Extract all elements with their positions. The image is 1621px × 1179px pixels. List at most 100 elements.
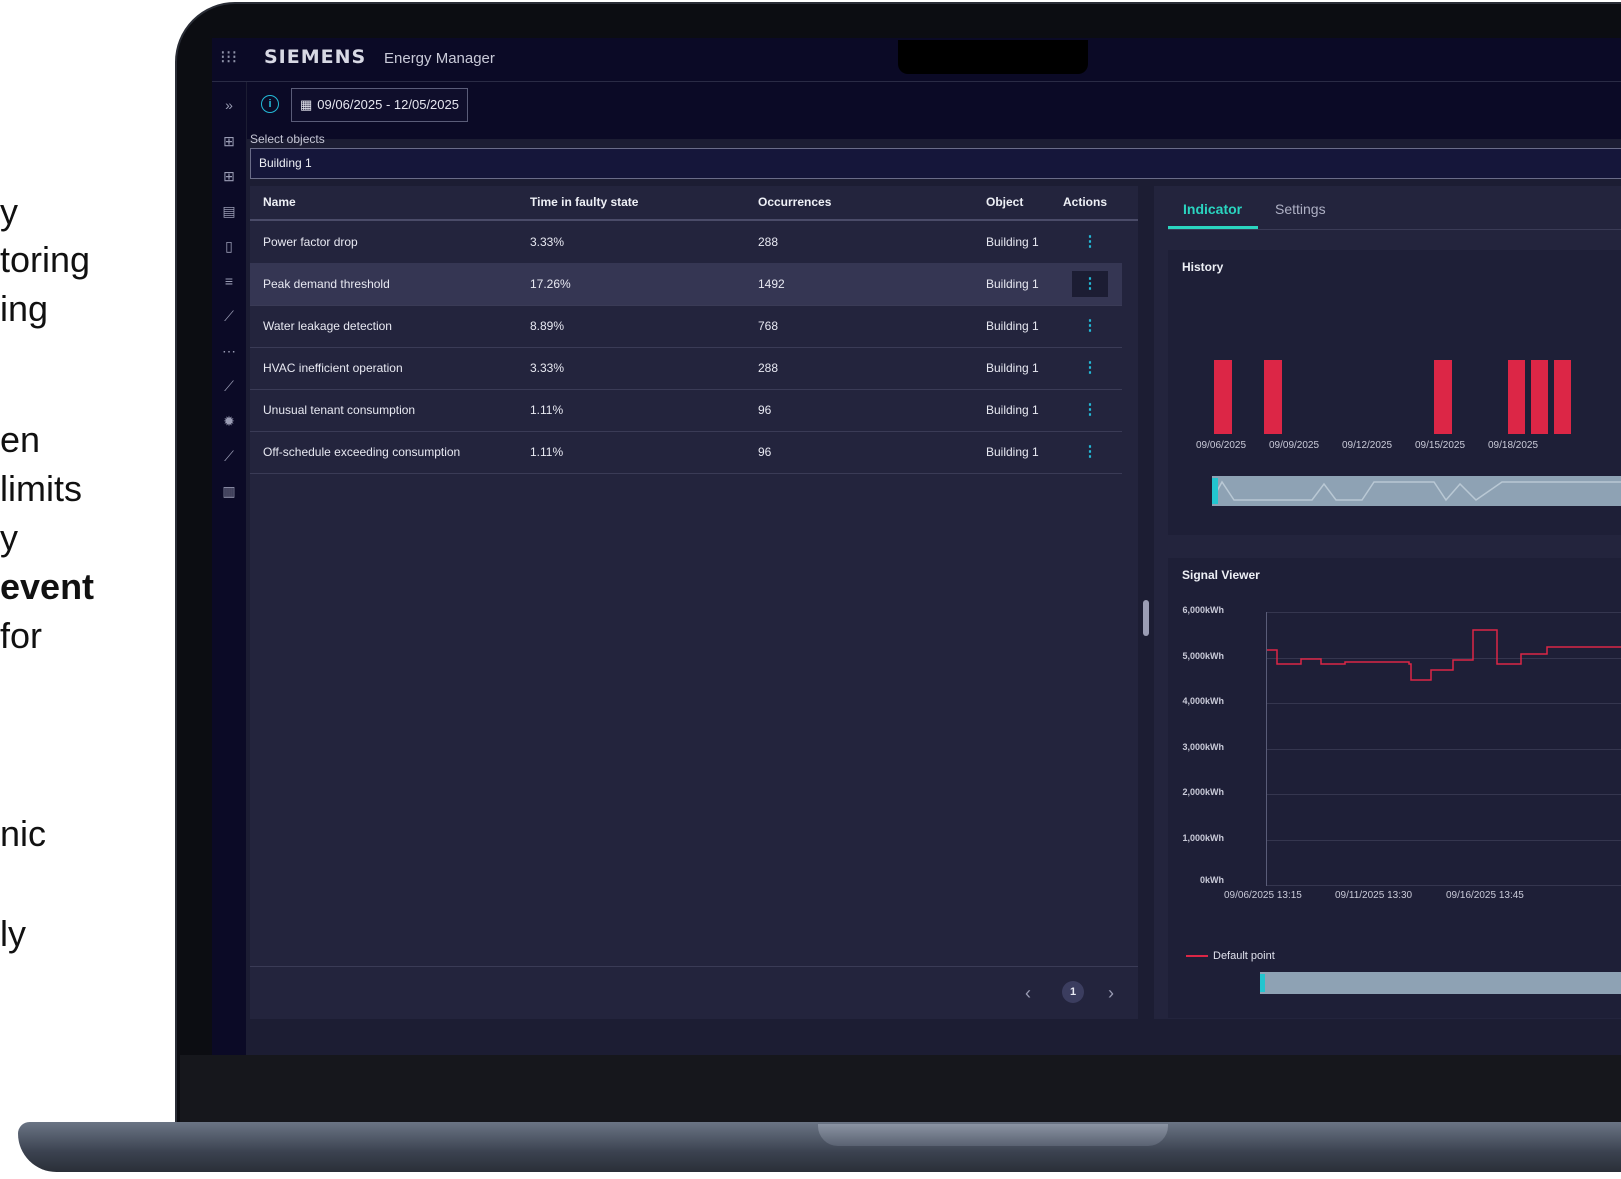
table-row-selected[interactable]: Peak demand threshold 17.26% 1492 Buildi…: [250, 263, 1122, 306]
cell-occurrences: 96: [758, 403, 772, 417]
history-bar: [1508, 360, 1525, 434]
cell-name: Water leakage detection: [263, 319, 392, 333]
cell-object: Building 1: [986, 361, 1039, 375]
app-screen: ⁝⁝⁝ SIEMENS Energy Manager » ⊞ ⊞ ▤ ▯ ≡ ⟋…: [212, 38, 1621, 1055]
text-fragment-bold: event: [0, 566, 95, 607]
toolbar: i ▦ 09/06/2025 - 12/05/2025: [247, 82, 1621, 139]
active-tab-indicator: [1168, 226, 1258, 229]
history-x-label: 09/06/2025: [1196, 440, 1247, 451]
text-fragment: toring: [0, 239, 91, 280]
text-fragment: limits: [0, 468, 82, 509]
trend-icon[interactable]: ⟋: [220, 447, 238, 465]
y-axis-label: 0kWh: [1199, 875, 1224, 885]
more-actions-icon[interactable]: ⋮: [1072, 313, 1108, 339]
x-axis-label: 09/11/2025 13:30: [1335, 890, 1413, 901]
next-page-icon[interactable]: ›: [1108, 983, 1114, 1004]
brand-logo: SIEMENS: [264, 46, 367, 68]
legend-label: Default point: [1213, 950, 1275, 962]
history-x-label: 09/15/2025: [1415, 440, 1466, 451]
column-header-actions: Actions: [1063, 195, 1108, 209]
line-chart-icon[interactable]: ⟋: [220, 377, 238, 395]
history-bar: [1214, 360, 1232, 434]
signal-viewer-title: Signal Viewer: [1182, 568, 1260, 582]
settings-icon[interactable]: ✹: [220, 412, 238, 430]
range-handle[interactable]: [1260, 974, 1265, 992]
expand-icon[interactable]: »: [220, 96, 238, 114]
tab-settings[interactable]: Settings: [1275, 201, 1326, 217]
more-actions-icon[interactable]: ⋮: [1072, 229, 1108, 255]
x-axis-label: 09/06/2025 13:15: [1224, 890, 1302, 901]
history-bar: [1554, 360, 1571, 434]
more-actions-icon[interactable]: ⋮: [1072, 439, 1108, 465]
cell-time: 17.26%: [530, 277, 571, 291]
more-actions-icon[interactable]: ⋮: [1072, 355, 1108, 381]
document-icon[interactable]: ▯: [220, 237, 238, 255]
text-fragment: ing: [0, 288, 49, 329]
y-axis-label: 6,000kWh: [1182, 605, 1224, 615]
table-row[interactable]: Water leakage detection 8.89% 768 Buildi…: [250, 305, 1122, 348]
pagination: ‹ 1 ›: [250, 966, 1138, 1020]
history-bar: [1434, 360, 1452, 434]
bar-chart-icon[interactable]: ▥: [220, 482, 238, 500]
cell-time: 8.89%: [530, 319, 565, 333]
more-actions-icon[interactable]: ⋮: [1072, 397, 1108, 423]
table-row[interactable]: HVAC inefficient operation 3.33% 288 Bui…: [250, 347, 1122, 390]
analytics-icon[interactable]: ⟋: [220, 307, 238, 325]
report-icon[interactable]: ▤: [220, 202, 238, 220]
cell-time: 1.11%: [530, 403, 564, 417]
text-fragment: y: [0, 191, 18, 232]
signal-line: [1267, 629, 1621, 681]
y-axis-label: 4,000kWh: [1182, 696, 1224, 706]
chart-legend[interactable]: Default point: [1186, 950, 1275, 962]
panel-resize-handle[interactable]: [1143, 600, 1149, 636]
y-axis-label: 1,000kWh: [1182, 833, 1224, 843]
details-panel: Indicator Settings History 09/06/2025 09…: [1154, 186, 1621, 1019]
cell-occurrences: 96: [758, 445, 772, 459]
column-header-occurrences[interactable]: Occurrences: [758, 195, 831, 209]
column-header-name[interactable]: Name: [263, 195, 296, 209]
previous-page-icon[interactable]: ‹: [1025, 983, 1031, 1004]
signal-viewer-card: Signal Viewer 6,000kWh 5,000kWh 4,000kWh…: [1168, 558, 1621, 1018]
page-number[interactable]: 1: [1062, 981, 1084, 1003]
date-range-picker[interactable]: ▦ 09/06/2025 - 12/05/2025: [291, 88, 468, 122]
cell-object: Building 1: [986, 445, 1039, 459]
calendar-icon: ▦: [300, 97, 313, 112]
text-fragment: for: [0, 615, 43, 656]
cell-occurrences: 768: [758, 319, 779, 333]
table-header: Name Time in faulty state Occurrences Ob…: [250, 186, 1138, 221]
cell-object: Building 1: [986, 235, 1039, 249]
app-launcher-icon[interactable]: ⁝⁝⁝: [220, 48, 238, 66]
signal-range-navigator[interactable]: [1260, 972, 1621, 994]
cell-occurrences: 1492: [758, 277, 785, 291]
cell-occurrences: 288: [758, 235, 779, 249]
cell-occurrences: 288: [758, 361, 779, 375]
history-x-label: 09/09/2025: [1269, 440, 1320, 451]
text-fragment: nic: [0, 813, 47, 854]
table-row[interactable]: Off-schedule exceeding consumption 1.11%…: [250, 431, 1122, 474]
info-icon[interactable]: i: [261, 95, 279, 113]
text-fragment: en: [0, 419, 41, 460]
dashboard-alt-icon[interactable]: ⊞: [220, 167, 238, 185]
history-range-navigator[interactable]: [1211, 476, 1621, 506]
cell-time: 1.11%: [530, 445, 564, 459]
table-row[interactable]: Power factor drop 3.33% 288 Building 1 ⋮: [250, 221, 1122, 264]
y-axis-label: 2,000kWh: [1182, 787, 1224, 797]
flow-icon[interactable]: ⋯: [220, 342, 238, 360]
marketing-text: y toring ing en limits y event for nic l…: [0, 0, 180, 1179]
dashboard-icon[interactable]: ⊞: [220, 132, 238, 150]
select-objects-label: Select objects: [250, 132, 325, 146]
navigator-preview: [1211, 480, 1621, 502]
date-range-label: 09/06/2025 - 12/05/2025: [317, 97, 459, 112]
more-actions-icon[interactable]: ⋮: [1072, 271, 1108, 297]
history-card: History 09/06/2025 09/09/2025 09/12/2025…: [1168, 250, 1621, 535]
table-row[interactable]: Unusual tenant consumption 1.11% 96 Buil…: [250, 389, 1122, 432]
column-header-time[interactable]: Time in faulty state: [530, 195, 638, 209]
cell-name: Off-schedule exceeding consumption: [263, 445, 461, 459]
cell-object: Building 1: [986, 319, 1039, 333]
range-handle[interactable]: [1212, 478, 1218, 504]
select-objects-field[interactable]: Building 1: [250, 148, 1621, 179]
filter-icon[interactable]: ≡: [220, 272, 238, 290]
tab-indicator[interactable]: Indicator: [1183, 201, 1242, 217]
text-fragment: ly: [0, 913, 26, 954]
column-header-object[interactable]: Object: [986, 195, 1023, 209]
